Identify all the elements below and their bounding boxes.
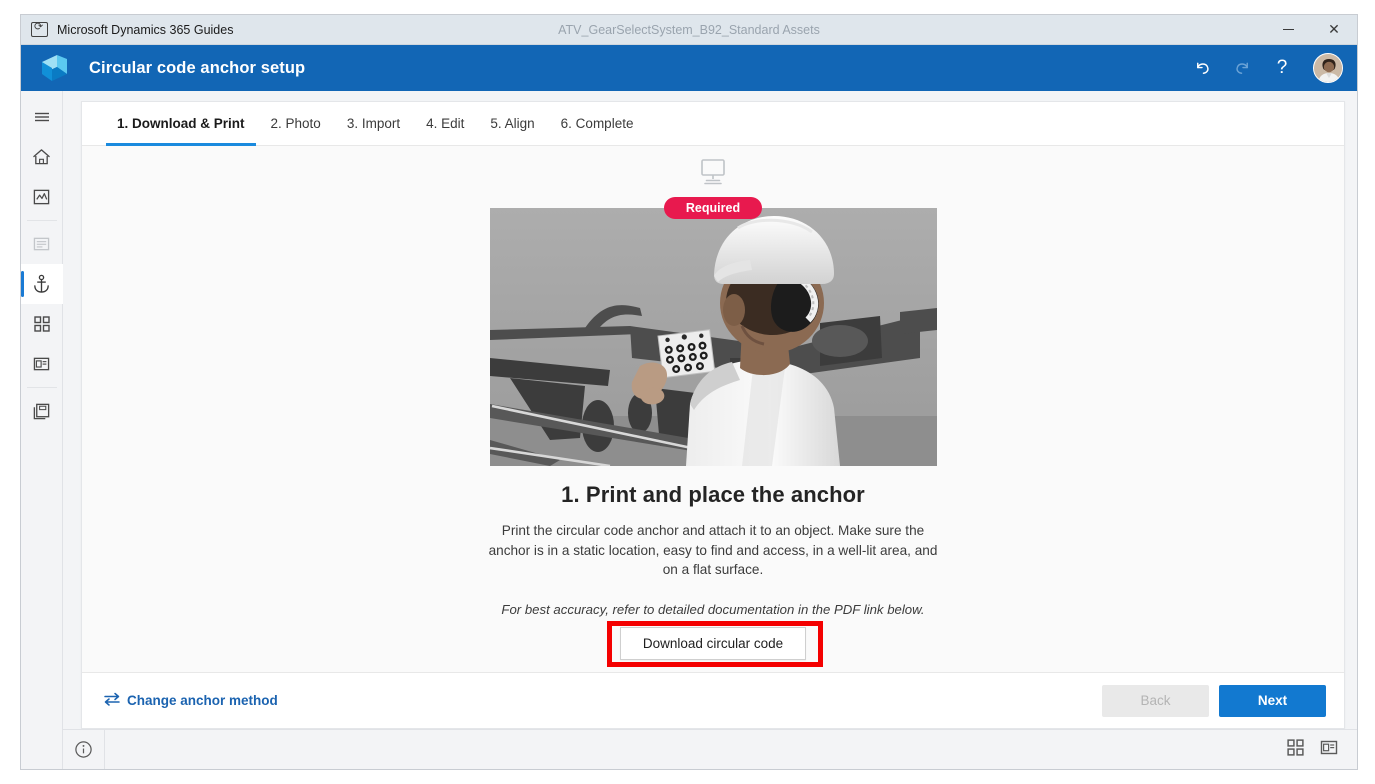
tab-label: 5. Align — [490, 116, 535, 131]
steps-document-icon[interactable] — [21, 224, 63, 264]
avatar[interactable] — [1313, 53, 1343, 83]
redo-icon[interactable] — [1225, 51, 1259, 85]
status-bar — [63, 729, 1357, 769]
tab-label: 4. Edit — [426, 116, 465, 131]
desktop-monitor-icon — [696, 158, 730, 191]
wizard-nav-buttons: Back Next — [1102, 684, 1326, 717]
layout-panel-icon[interactable] — [21, 344, 63, 384]
tab-complete[interactable]: 6. Complete — [548, 102, 647, 145]
guides-app-icon — [31, 20, 48, 37]
apps-grid-icon[interactable] — [21, 304, 63, 344]
step-title: 1. Print and place the anchor — [561, 482, 865, 507]
download-button-wrapper: Download circular code — [606, 620, 823, 667]
info-circle-icon[interactable] — [63, 730, 105, 769]
tab-label: 6. Complete — [560, 116, 634, 131]
next-button[interactable]: Next — [1219, 684, 1326, 717]
application-window: Microsoft Dynamics 365 Guides ATV_GearSe… — [20, 14, 1358, 770]
status-badge: Required — [663, 197, 763, 219]
tab-download-print[interactable]: 1. Download & Print — [104, 102, 258, 146]
dynamics-365-logo-icon — [39, 53, 73, 83]
command-bar-actions: ? — [1185, 51, 1343, 85]
step-note: For best accuracy, refer to detailed doc… — [501, 601, 925, 617]
main-content-area: 1. Download & Print 2. Photo 3. Import 4… — [63, 91, 1357, 769]
undo-icon[interactable] — [1185, 51, 1219, 85]
window-controls: ✕ — [1265, 15, 1357, 44]
change-anchor-method-label: Change anchor method — [127, 693, 278, 708]
close-button[interactable]: ✕ — [1311, 15, 1357, 44]
hamburger-menu-icon[interactable] — [21, 97, 63, 137]
help-icon[interactable]: ? — [1265, 51, 1299, 85]
tab-edit[interactable]: 4. Edit — [413, 102, 477, 145]
wizard-card: 1. Download & Print 2. Photo 3. Import 4… — [81, 101, 1345, 729]
page-title: Circular code anchor setup — [89, 58, 306, 77]
swap-arrows-icon — [104, 692, 120, 709]
minimize-button[interactable] — [1265, 15, 1311, 44]
help-glyph: ? — [1276, 57, 1288, 78]
download-circular-code-button[interactable]: Download circular code — [619, 626, 807, 660]
close-icon: ✕ — [1328, 21, 1340, 37]
sidebar-item-anchor[interactable] — [20, 264, 63, 304]
status-bar-actions — [1286, 738, 1357, 762]
tab-align[interactable]: 5. Align — [477, 102, 547, 145]
media-library-icon[interactable] — [21, 177, 63, 217]
panel-view-icon[interactable] — [1319, 739, 1339, 761]
titlebar-app-name: Microsoft Dynamics 365 Guides — [57, 22, 234, 37]
tab-label: 1. Download & Print — [117, 116, 245, 131]
tab-photo[interactable]: 2. Photo — [258, 102, 334, 145]
rail-divider-2 — [26, 387, 57, 388]
minimize-icon — [1282, 28, 1294, 31]
wizard-tabstrip: 1. Download & Print 2. Photo 3. Import 4… — [82, 102, 1344, 146]
command-bar: Circular code anchor setup ? — [21, 45, 1357, 91]
rail-divider — [26, 220, 57, 221]
back-button[interactable]: Back — [1102, 684, 1209, 717]
anchor-icon — [34, 274, 49, 293]
save-copy-icon[interactable] — [21, 391, 63, 431]
anchor-illustration — [489, 208, 937, 466]
change-anchor-method-link[interactable]: Change anchor method — [104, 692, 278, 709]
grid-view-icon[interactable] — [1286, 738, 1305, 762]
sidebar-rail — [20, 91, 63, 769]
title-bar: Microsoft Dynamics 365 Guides ATV_GearSe… — [21, 15, 1357, 45]
home-icon[interactable] — [21, 137, 63, 177]
tab-label: 2. Photo — [270, 116, 321, 131]
tab-label: 3. Import — [346, 116, 401, 131]
wizard-footer: Change anchor method Back Next — [82, 672, 1344, 728]
titlebar-app-identity: Microsoft Dynamics 365 Guides — [21, 20, 234, 37]
window-body: 1. Download & Print 2. Photo 3. Import 4… — [20, 91, 1357, 769]
step-description: Print the circular code anchor and attac… — [488, 523, 938, 577]
wizard-step-body: Required 1. Print and place the anchor P… — [82, 146, 1344, 672]
tab-import[interactable]: 3. Import — [334, 102, 413, 145]
